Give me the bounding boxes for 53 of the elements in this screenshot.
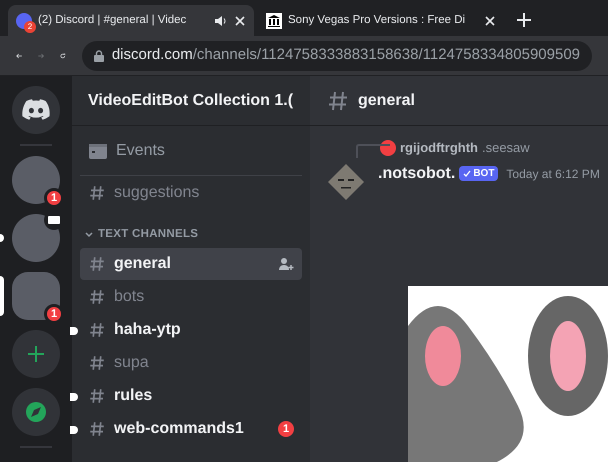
- address-bar[interactable]: discord.com/channels/1124758333883158638/1124758334805909509: [82, 40, 592, 70]
- tab-title: (2) Discord | #general | Videc: [38, 12, 188, 28]
- close-icon[interactable]: [484, 14, 496, 26]
- add-server-button[interactable]: [12, 330, 60, 378]
- hash-icon: [88, 354, 106, 372]
- speaker-icon[interactable]: [214, 14, 228, 28]
- chevron-down-icon: [84, 230, 94, 240]
- hash-icon: [88, 184, 106, 202]
- message-time: Today at 6:12 PM: [506, 166, 600, 182]
- tab-title: Sony Vegas Pro Versions : Free Di: [288, 12, 466, 28]
- channel-name: general: [358, 90, 415, 110]
- museum-icon: [266, 12, 282, 28]
- discord-logo-icon: [22, 99, 50, 121]
- new-tab-icon[interactable]: [516, 12, 532, 28]
- category-label[interactable]: TEXT CHANNELS: [98, 226, 198, 244]
- channel-item[interactable]: rules: [80, 380, 302, 412]
- message-author[interactable]: .notsobot.: [378, 162, 456, 186]
- close-icon[interactable]: [234, 14, 246, 26]
- browser-tab[interactable]: 2 (2) Discord | #general | Videc: [8, 5, 254, 36]
- discord-home-button[interactable]: [12, 86, 60, 134]
- reply-author: rgijodftrghth: [400, 139, 478, 157]
- explore-button[interactable]: [12, 388, 60, 436]
- hash-icon: [88, 255, 106, 274]
- hash-icon: [88, 420, 106, 438]
- hash-icon: [88, 321, 106, 340]
- channel-item[interactable]: supa: [80, 347, 302, 380]
- lock-icon: [94, 50, 104, 62]
- url-text: discord.com/channels/1124758333883158638/1124758334805909509: [112, 45, 580, 66]
- events-item[interactable]: Events: [80, 126, 302, 176]
- check-icon: [463, 170, 472, 178]
- server-icon[interactable]: [12, 214, 60, 262]
- reply-text: .seesaw: [482, 139, 530, 157]
- server-name: VideoEditBot Collection 1.(: [88, 90, 294, 110]
- invite-icon[interactable]: [278, 256, 294, 272]
- notification-badge: 1: [44, 188, 64, 208]
- server-header[interactable]: VideoEditBot Collection 1.(: [72, 76, 310, 126]
- channel-item[interactable]: general: [80, 248, 302, 280]
- compass-icon: [25, 401, 47, 423]
- hash-icon: [88, 387, 106, 406]
- plus-icon: [26, 344, 46, 364]
- calendar-icon: [88, 142, 108, 160]
- notification-badge: 1: [44, 304, 64, 324]
- reply-avatar-icon: [380, 140, 396, 156]
- reply-connector: [356, 144, 390, 158]
- bot-tag: BOT: [459, 166, 498, 181]
- browser-tab[interactable]: Sony Vegas Pro Versions : Free Di: [258, 5, 504, 36]
- bot-avatar-icon: [326, 162, 366, 202]
- channel-item[interactable]: web-commands1 1: [80, 413, 302, 446]
- channel-item[interactable]: haha-ytp: [80, 314, 302, 346]
- channel-item[interactable]: suggestions: [80, 177, 302, 209]
- hash-icon: [88, 288, 106, 306]
- channel-item[interactable]: bots: [80, 281, 302, 314]
- mention-badge: 1: [278, 421, 294, 438]
